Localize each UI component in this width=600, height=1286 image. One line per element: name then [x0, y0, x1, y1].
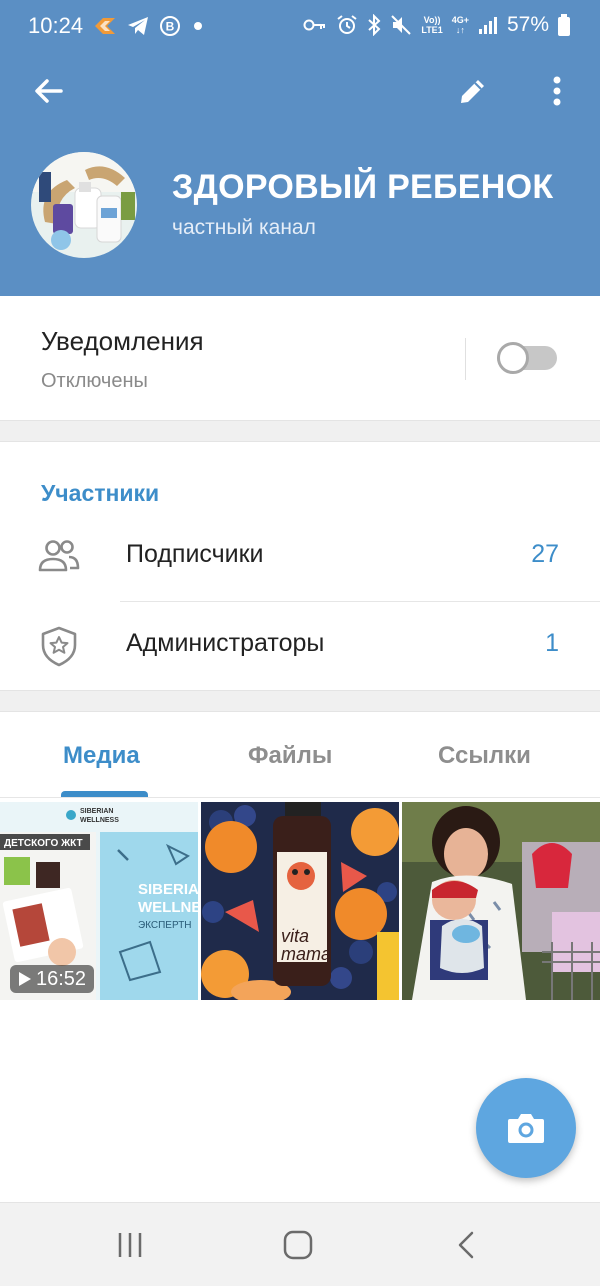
notifications-status: Отключены — [41, 370, 148, 392]
media-item[interactable] — [402, 802, 600, 1000]
back-arrow-icon — [35, 79, 63, 103]
notifications-row[interactable]: Уведомления Отключены — [0, 296, 600, 420]
brand-line2: WELLNESS — [80, 817, 119, 824]
poster-line1: SIBERIA — [138, 881, 198, 898]
edit-button[interactable] — [445, 63, 501, 119]
poster-line3: ЭКСПЕРТН — [138, 920, 192, 931]
subscribers-label: Подписчики — [126, 540, 264, 568]
back-icon — [458, 1231, 474, 1259]
network-label-bottom: LTE1 — [421, 25, 443, 35]
bluetooth-icon — [367, 14, 381, 36]
network-label-top: Vo)) — [423, 15, 441, 25]
tab-files[interactable]: Файлы — [248, 742, 332, 770]
recent-apps-button[interactable] — [110, 1225, 150, 1265]
subscribers-row[interactable]: Подписчики 27 — [0, 512, 600, 600]
section-gap — [0, 690, 600, 712]
video-duration: 16:52 — [36, 967, 87, 990]
active-tab-indicator — [61, 791, 148, 797]
status-time: 10:24 — [28, 13, 84, 38]
notifications-divider — [465, 338, 466, 380]
section-gap — [0, 420, 600, 442]
admins-label: Администраторы — [126, 629, 325, 657]
status-bar: 10:24 B Vo)) LTE1 4G+ ↓↑ 57% — [0, 0, 600, 52]
more-options-button[interactable] — [529, 63, 585, 119]
status-left: 10:24 B — [28, 13, 205, 39]
channel-avatar[interactable] — [31, 152, 137, 258]
media-item[interactable]: SIBERIAN WELLNESS ДЕТСКОГО ЖКТ SIBERIA W… — [0, 802, 198, 1000]
b-badge-icon: B — [159, 15, 181, 37]
play-icon — [19, 972, 31, 986]
status-right: Vo)) LTE1 4G+ ↓↑ 57% — [303, 13, 570, 37]
participants-section: Участники Подписчики 27 Администраторы 1 — [0, 442, 600, 690]
fire-app-icon — [93, 16, 117, 36]
edit-pencil-icon — [461, 80, 484, 103]
mute-icon — [390, 14, 412, 36]
battery-icon — [558, 14, 570, 36]
poster-line2: WELLNE — [138, 899, 198, 916]
media-item[interactable]: vita mama — [201, 802, 399, 1000]
battery-percent: 57% — [506, 13, 549, 36]
dot-icon — [191, 19, 205, 33]
tab-links[interactable]: Ссылки — [438, 742, 531, 770]
channel-header: 10:24 B Vo)) LTE1 4G+ ↓↑ 57% ЗДОРОВЫЙ РЕ… — [0, 0, 600, 296]
tab-media[interactable]: Медиа — [63, 742, 140, 770]
channel-title: ЗДОРОВЫЙ РЕБЕНОК — [172, 168, 554, 206]
notifications-toggle[interactable] — [497, 342, 557, 374]
admins-count: 1 — [545, 629, 559, 657]
network-gen: 4G+ ↓↑ — [452, 15, 469, 35]
admin-shield-icon — [36, 623, 82, 669]
system-nav-bar — [0, 1202, 600, 1286]
toggle-knob — [497, 342, 529, 374]
signal-icon — [478, 15, 498, 35]
data-arrows-icon: ↓↑ — [455, 25, 465, 35]
participants-title: Участники — [41, 480, 160, 506]
media-tabs: Медиа Файлы Ссылки — [0, 712, 600, 798]
telegram-icon — [127, 16, 149, 36]
banner-text: ДЕТСКОГО ЖКТ — [4, 838, 83, 849]
more-vertical-icon — [553, 76, 561, 106]
home-button[interactable] — [278, 1225, 318, 1265]
brand-line1: SIBERIAN — [80, 808, 113, 815]
video-duration-badge: 16:52 — [10, 965, 95, 993]
notifications-title: Уведомления — [41, 326, 204, 356]
channel-subtitle: частный канал — [172, 216, 316, 239]
key-icon — [303, 17, 327, 33]
camera-icon — [508, 1114, 544, 1143]
label-line2: mama — [281, 944, 331, 964]
people-icon — [36, 534, 82, 580]
network-label: Vo)) LTE1 — [421, 15, 442, 35]
camera-fab[interactable] — [476, 1078, 576, 1178]
subscribers-count: 27 — [531, 540, 559, 568]
system-back-button[interactable] — [446, 1225, 486, 1265]
network-gen-label: 4G+ — [451, 15, 469, 25]
home-icon — [283, 1230, 313, 1260]
admins-row[interactable]: Администраторы 1 — [0, 601, 600, 689]
alarm-icon — [336, 14, 358, 36]
recent-apps-icon — [118, 1233, 142, 1257]
label-line1: vita — [281, 926, 309, 946]
back-button[interactable] — [21, 63, 77, 119]
svg-text:B: B — [166, 20, 175, 34]
